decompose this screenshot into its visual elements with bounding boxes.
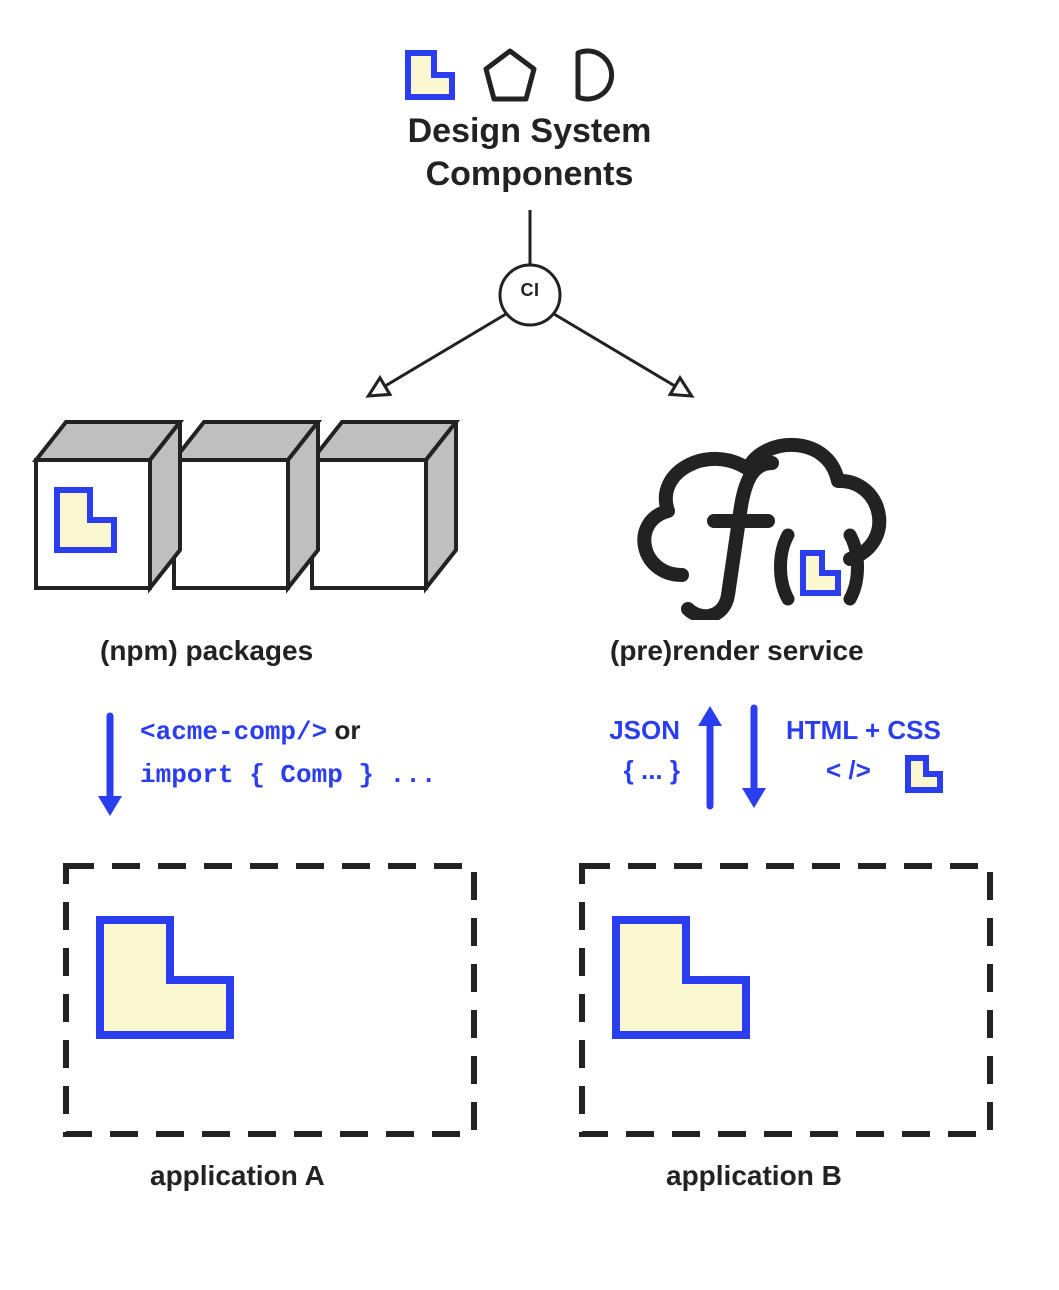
- up-arrow-icon: [690, 702, 730, 812]
- left-code-line1: <acme-comp/>: [140, 717, 327, 747]
- ci-branch-connector: [300, 210, 760, 410]
- diagram-canvas: Design System Components CI: [0, 0, 1059, 1290]
- pentagon-icon: [480, 45, 540, 105]
- packages-label: (npm) packages: [100, 635, 313, 667]
- title-line1: Design System: [0, 110, 1059, 153]
- l-shape-icon: [400, 45, 460, 105]
- ci-label: CI: [510, 280, 550, 301]
- html-css-label: HTML + CSS: [786, 715, 941, 746]
- l-shape-icon: [902, 752, 946, 796]
- selfclose-tag: < />: [826, 755, 871, 786]
- left-code-line2: import { Comp } ...: [140, 760, 436, 790]
- diagram-title: Design System Components: [0, 110, 1059, 195]
- title-line2: Components: [0, 153, 1059, 196]
- packages-icon: [20, 420, 460, 620]
- down-arrow-icon: [90, 710, 130, 820]
- application-b-box: [576, 860, 996, 1140]
- json-braces: { ... }: [580, 755, 680, 786]
- application-a-box: [60, 860, 480, 1140]
- prerender-label: (pre)render service: [610, 635, 864, 667]
- down-arrow-icon: [734, 702, 774, 812]
- json-label: JSON: [580, 715, 680, 746]
- half-circle-icon: [560, 45, 620, 105]
- application-b-label: application B: [666, 1160, 842, 1192]
- application-a-label: application A: [150, 1160, 325, 1192]
- lambda-cloud-icon: [610, 425, 900, 620]
- or-word: or: [334, 715, 360, 745]
